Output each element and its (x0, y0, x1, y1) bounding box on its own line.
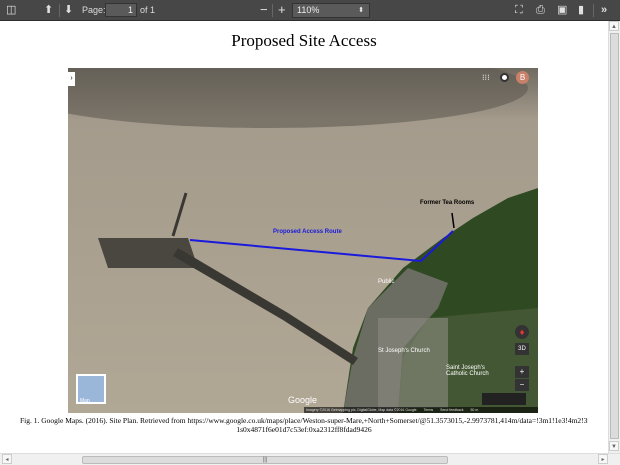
caption-line-2: 1s0x4871f6e01d7c53ef:0xa2312ff8fdad9426 (236, 425, 372, 434)
presentation-mode-icon[interactable]: ⛶ (515, 3, 523, 17)
zoom-select[interactable]: 110% ⬍ (292, 3, 370, 18)
print-icon[interactable]: ⎙ (536, 3, 545, 17)
google-logo: Google (288, 395, 318, 405)
feedback-link[interactable]: Send feedback (440, 408, 463, 412)
side-panel-toggle[interactable]: › (68, 72, 75, 86)
terms-link[interactable]: Terms (424, 408, 434, 412)
zoom-value: 110% (297, 5, 320, 15)
next-page-icon[interactable]: ⬇ (64, 3, 73, 17)
horizontal-scrollbar[interactable]: ◂ ||| ▸ (0, 453, 620, 465)
route-label: Proposed Access Route (273, 229, 342, 235)
vertical-scrollbar[interactable]: ▲ ▼ (608, 21, 620, 453)
scroll-up-icon[interactable]: ▲ (609, 21, 619, 31)
scroll-down-icon[interactable]: ▼ (609, 441, 619, 451)
pdf-page: Proposed Site Access Proposed Access Rou… (0, 21, 608, 453)
scale-label: 50 m (470, 408, 479, 412)
scroll-right-icon[interactable]: ▸ (598, 454, 608, 464)
previous-page-icon[interactable]: ⬆ (44, 3, 53, 17)
avatar[interactable]: B (516, 71, 529, 84)
select-arrow-icon: ⬍ (358, 7, 364, 14)
scroll-left-icon[interactable]: ◂ (2, 454, 12, 464)
zoom-in-button[interactable]: + (278, 3, 286, 17)
attribution: Imagery ©2016 Getmapping plc, DigitalGlo… (306, 408, 417, 412)
compass-icon[interactable]: ♦ (515, 325, 529, 339)
map-zoom-out-button[interactable]: − (515, 379, 529, 391)
bookmark-icon[interactable]: ▮ (578, 3, 584, 17)
apps-grid-icon[interactable]: ⁝⁝⁝ (482, 73, 490, 82)
notifications-icon[interactable] (500, 73, 509, 82)
church-label: St Joseph's Church (378, 348, 430, 354)
tilt-3d-button[interactable]: 3D (515, 343, 529, 355)
pdf-toolbar: ◫ ⬆ ⬇ Page: 1 of 1 − + 110% ⬍ ⛶ ⎙ ▣ ▮ » (0, 0, 620, 21)
vertical-scroll-thumb[interactable] (610, 33, 619, 439)
horizontal-scroll-thumb[interactable]: ||| (82, 456, 448, 464)
tea-rooms-label: Former Tea Rooms (420, 200, 475, 206)
page-label: Page: (82, 5, 106, 15)
catholic-church-label: Saint Joseph's Catholic Church (446, 365, 489, 377)
sidebar-toggle-icon[interactable]: ◫ (6, 3, 16, 17)
page-number-input[interactable]: 1 (105, 3, 137, 17)
layers-strip[interactable] (482, 393, 526, 405)
map-zoom-in-button[interactable]: + (515, 366, 529, 378)
map-type-toggle[interactable]: Map (76, 374, 106, 404)
zoom-out-button[interactable]: − (260, 3, 268, 17)
map-toggle-label: Map (80, 398, 90, 404)
page-count: of 1 (140, 5, 156, 15)
figure-caption: Fig. 1. Google Maps. (2016). Site Plan. … (20, 416, 588, 434)
page-title: Proposed Site Access (231, 31, 377, 50)
tools-chevron-icon[interactable]: » (601, 3, 607, 17)
download-icon[interactable]: ▣ (557, 3, 567, 17)
caption-line-1: Fig. 1. Google Maps. (2016). Site Plan. … (20, 416, 588, 425)
public-label: Public (378, 279, 395, 285)
satellite-map-image: Proposed Access Route Former Tea Rooms P… (68, 68, 538, 413)
